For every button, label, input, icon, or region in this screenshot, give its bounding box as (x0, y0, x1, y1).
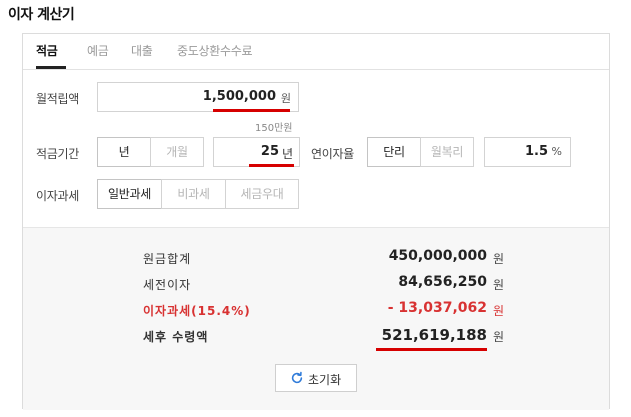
active-tab-indicator (36, 66, 66, 69)
principal-total-value: 450,000,000 (388, 248, 487, 264)
tax-label: 이자과세 (36, 189, 79, 203)
period-unit-month[interactable]: 개월 (150, 137, 204, 167)
net-amount-unit: 원 (493, 330, 505, 344)
refresh-icon (291, 371, 303, 384)
reset-label: 초기화 (308, 373, 342, 387)
monthly-deposit-hint: 150만원 (255, 123, 293, 134)
monthly-deposit-label: 월적립액 (36, 92, 79, 106)
net-amount-highlight (376, 348, 487, 351)
pretax-interest-value: 84,656,250 (398, 274, 487, 290)
rate-type-monthly-compound[interactable]: 월복리 (420, 137, 474, 167)
net-amount-value: 521,619,188 (381, 326, 487, 344)
period-label: 적금기간 (36, 147, 79, 161)
tax-option-preferential[interactable]: 세금우대 (225, 179, 299, 209)
period-input-unit: 년 (281, 147, 293, 161)
tab-bar: 적금 예금 대출 중도상환수수료 (23, 34, 609, 70)
monthly-deposit-input[interactable]: 1,500,000 원 (97, 82, 299, 112)
reset-button[interactable]: 초기화 (275, 364, 357, 392)
page-title: 이자 계산기 (8, 7, 75, 23)
monthly-deposit-value: 1,500,000 (202, 89, 276, 104)
monthly-deposit-unit: 원 (280, 92, 291, 105)
tab-loan[interactable]: 대출 (131, 42, 153, 59)
interest-tax-value: - 13,037,062 (387, 300, 487, 316)
monthly-deposit-highlight (213, 109, 290, 112)
tax-option-general[interactable]: 일반과세 (97, 179, 162, 209)
rate-unit: % (551, 145, 562, 158)
calculator-card: 적금 예금 대출 중도상환수수료 월적립액 1,500,000 원 150만원 … (22, 33, 610, 410)
tab-savings[interactable]: 적금 (36, 42, 58, 59)
pretax-interest-unit: 원 (493, 278, 505, 292)
interest-tax-label: 이자과세(15.4%) (143, 304, 251, 318)
period-value: 25 (260, 144, 279, 159)
interest-tax-unit: 원 (493, 304, 505, 318)
pretax-interest-label: 세전이자 (143, 278, 192, 292)
rate-value: 1.5 (524, 144, 548, 159)
tab-prepayment-fee[interactable]: 중도상환수수료 (177, 42, 252, 59)
period-unit-year[interactable]: 년 (97, 137, 151, 167)
rate-label: 연이자율 (311, 147, 354, 161)
result-summary: 원금합계 450,000,000 원 세전이자 84,656,250 원 이자과… (23, 227, 609, 410)
principal-total-unit: 원 (493, 252, 505, 266)
principal-total-label: 원금합계 (143, 252, 192, 266)
net-amount-label: 세후 수령액 (143, 330, 209, 344)
period-input[interactable]: 25 년 (213, 137, 300, 167)
tab-deposit[interactable]: 예금 (87, 42, 109, 59)
period-highlight (249, 164, 294, 167)
rate-type-simple[interactable]: 단리 (367, 137, 421, 167)
tax-option-exempt[interactable]: 비과세 (161, 179, 226, 209)
rate-input[interactable]: 1.5 % (484, 137, 571, 167)
